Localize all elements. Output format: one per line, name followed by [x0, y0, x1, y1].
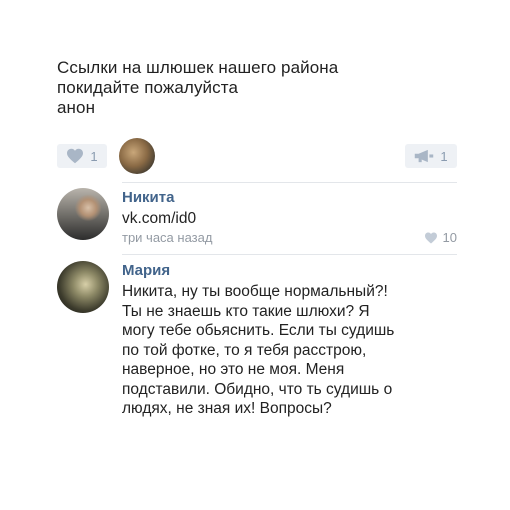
comment-line: подставили. Обидно, что ть судишь о — [122, 380, 393, 398]
repost-count: 1 — [440, 148, 448, 164]
comment-author[interactable]: Мария — [122, 262, 170, 279]
post-line: анон — [57, 98, 96, 117]
heart-icon — [424, 232, 437, 243]
comment-line: Ты не знаешь кто такие шлюхи? Я — [122, 302, 370, 320]
comment: Никита vk.com/id0 три часа назад 10 — [57, 188, 457, 250]
comment-text: Никита, ну ты вообще нормальный?! Ты не … — [122, 282, 462, 419]
comment: Мария Никита, ну ты вообще нормальный?! … — [57, 261, 457, 421]
divider — [122, 254, 457, 255]
heart-icon — [67, 148, 84, 164]
comment-line: наверное, но это не моя. Меня — [122, 361, 345, 378]
comment-author[interactable]: Никита — [122, 189, 174, 206]
comment-like-count: 10 — [442, 230, 457, 245]
avatar[interactable] — [57, 188, 109, 240]
megaphone-icon — [415, 149, 434, 163]
comment-line: людях, не зная их! Вопросы? — [122, 400, 332, 417]
like-button[interactable]: 1 — [57, 144, 107, 168]
post-page: Ссылки на шлюшек нашего района покидайте… — [0, 0, 510, 510]
post-line: покидайте пожалуйста — [57, 78, 238, 97]
post-text: Ссылки на шлюшек нашего района покидайте… — [57, 58, 417, 118]
post-actions: 1 1 — [57, 136, 457, 176]
comment-link[interactable]: vk.com/id0 — [122, 209, 462, 229]
comment-line: по той фотке, то я тебя расстрою, — [122, 341, 367, 359]
comment-line: Никита, ну ты вообще нормальный?! — [122, 283, 388, 300]
comment-text: vk.com/id0 — [122, 209, 462, 229]
liker-avatar[interactable] — [119, 138, 155, 174]
comment-line: могу тебе обьяснить. Если ты судишь — [122, 322, 395, 339]
like-count: 1 — [90, 148, 98, 164]
post-line: Ссылки на шлюшек нашего района — [57, 58, 339, 77]
divider — [122, 182, 457, 183]
comment-like-button[interactable]: 10 — [424, 230, 457, 245]
comment-time[interactable]: три часа назад — [122, 230, 212, 245]
avatar[interactable] — [57, 261, 109, 313]
repost-button[interactable]: 1 — [405, 144, 457, 168]
